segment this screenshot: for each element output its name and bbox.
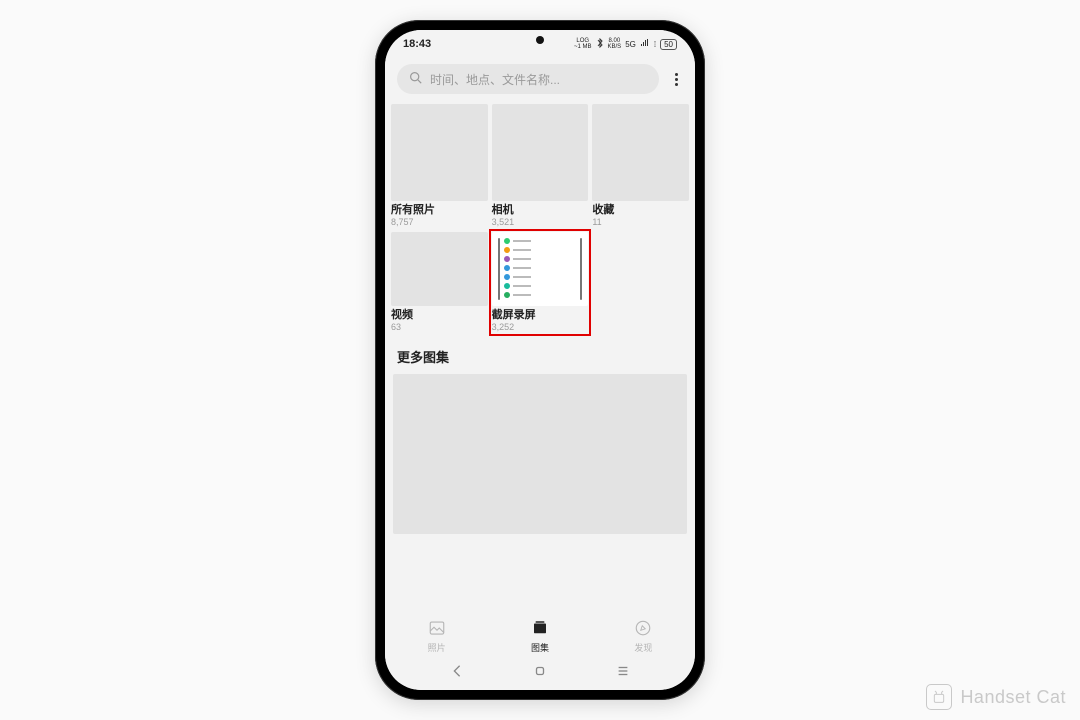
phone-frame: 18:43 LOG~1 MB 8.00KB/S 5G ⁞ 50	[375, 20, 705, 700]
status-indicators: LOG~1 MB 8.00KB/S 5G ⁞ 50	[574, 38, 677, 50]
album-thumb	[492, 104, 589, 201]
search-input[interactable]: 时间、地点、文件名称...	[397, 64, 659, 94]
album-grid: 所有照片 8,757 相机 3,521 收藏 11 视频 63	[389, 104, 691, 333]
photo-icon	[428, 619, 446, 639]
album-empty-slot	[592, 232, 689, 333]
signal-icon	[640, 39, 650, 49]
albums-icon	[531, 619, 549, 639]
watermark-logo-icon	[926, 684, 952, 710]
album-thumb	[492, 232, 589, 306]
status-time: 18:43	[403, 38, 431, 50]
tab-discover[interactable]: 发现	[592, 612, 695, 660]
album-thumb	[592, 104, 689, 201]
watermark-text: Handset Cat	[960, 687, 1066, 708]
bluetooth-icon	[596, 38, 604, 50]
watermark: Handset Cat	[926, 684, 1066, 710]
album-all-photos[interactable]: 所有照片 8,757	[391, 104, 488, 228]
album-favorites[interactable]: 收藏 11	[592, 104, 689, 228]
album-screenshots[interactable]: 截屏录屏 3,252	[492, 232, 589, 333]
tab-photos[interactable]: 照片	[385, 612, 488, 660]
status-bar: 18:43 LOG~1 MB 8.00KB/S 5G ⁞ 50	[385, 30, 695, 58]
album-videos[interactable]: 视频 63	[391, 232, 488, 333]
signal-label: 5G	[625, 40, 636, 49]
screen: 18:43 LOG~1 MB 8.00KB/S 5G ⁞ 50	[385, 30, 695, 690]
more-albums-title: 更多图集	[389, 333, 691, 374]
search-placeholder: 时间、地点、文件名称...	[430, 71, 560, 88]
search-icon	[409, 71, 422, 87]
album-thumb	[391, 104, 488, 201]
tab-albums[interactable]: 图集	[488, 612, 591, 660]
nav-home-icon[interactable]	[533, 664, 547, 683]
more-albums-tile[interactable]	[393, 374, 687, 534]
bottom-tabs: 照片 图集 发现	[385, 612, 695, 660]
compass-icon	[634, 619, 652, 639]
battery-icon: 50	[660, 39, 677, 50]
content-area: 所有照片 8,757 相机 3,521 收藏 11 视频 63	[385, 104, 695, 612]
album-thumb	[391, 232, 488, 306]
nav-recents-icon[interactable]	[616, 664, 630, 683]
more-menu-button[interactable]	[669, 73, 683, 86]
album-camera[interactable]: 相机 3,521	[492, 104, 589, 228]
nav-back-icon[interactable]	[450, 664, 464, 683]
wifi-icon: ⁞	[654, 40, 656, 49]
android-nav-bar	[385, 660, 695, 690]
search-row: 时间、地点、文件名称...	[385, 58, 695, 104]
